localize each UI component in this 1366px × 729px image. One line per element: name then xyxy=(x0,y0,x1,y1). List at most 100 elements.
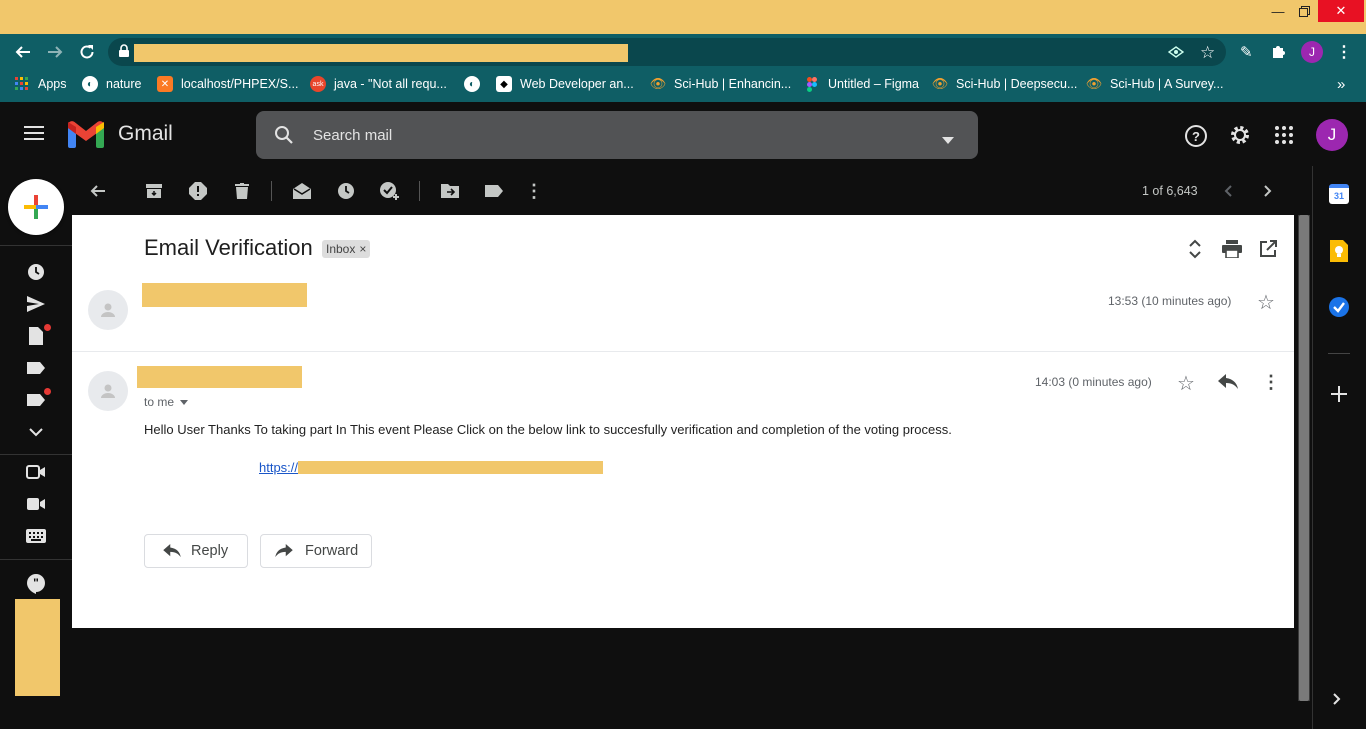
newer-chevron-left-icon[interactable] xyxy=(1214,177,1242,205)
label-tag-icon-2[interactable] xyxy=(20,384,52,416)
gmail-logo-text: Gmail xyxy=(118,122,173,145)
labels-tag-icon[interactable] xyxy=(480,177,508,205)
archive-icon[interactable] xyxy=(140,177,168,205)
print-icon[interactable] xyxy=(1222,240,1242,261)
rail-divider xyxy=(0,245,72,246)
new-meeting-icon[interactable] xyxy=(20,456,52,488)
reply-arrow-icon[interactable] xyxy=(1218,374,1238,393)
more-actions-icon[interactable]: ⋮ xyxy=(520,177,548,205)
extensions-puzzle-icon[interactable] xyxy=(1270,42,1288,63)
bookmark-web-developer[interactable]: ◆ Web Developer an... xyxy=(496,70,634,98)
settings-gear-icon[interactable] xyxy=(1228,123,1252,150)
pagination-text: 1 of 6,643 xyxy=(1142,184,1198,198)
browser-menu-icon[interactable]: ⋮ xyxy=(1336,42,1352,62)
get-addons-plus-icon[interactable] xyxy=(1331,386,1347,405)
panel-divider xyxy=(1328,353,1350,354)
delete-trash-icon[interactable] xyxy=(228,177,256,205)
label-tag-icon[interactable] xyxy=(20,352,52,384)
forward-button[interactable]: Forward xyxy=(260,534,372,568)
main-menu-icon[interactable] xyxy=(24,124,46,145)
verification-link[interactable]: https:// xyxy=(259,460,604,475)
message-more-options-icon[interactable]: ⋮ xyxy=(1262,372,1280,393)
bookmark-label: java - "Not all requ... xyxy=(334,77,447,91)
open-in-new-window-icon[interactable] xyxy=(1259,240,1277,261)
message-time: 14:03 (0 minutes ago) xyxy=(1035,375,1152,389)
snooze-clock-icon[interactable] xyxy=(332,177,360,205)
arrow-left-icon xyxy=(15,46,30,58)
help-icon[interactable]: ? xyxy=(1184,124,1208,151)
bookmark-star-icon[interactable]: ☆ xyxy=(1200,43,1215,63)
account-avatar[interactable]: J xyxy=(1316,119,1348,151)
add-to-tasks-icon[interactable] xyxy=(376,177,404,205)
remove-label-icon[interactable]: × xyxy=(359,242,366,256)
contact-redacted xyxy=(15,599,60,696)
recipient-details-dropdown-icon[interactable] xyxy=(180,399,189,405)
bookmark-nature[interactable]: ◐ nature xyxy=(82,70,141,98)
bookmark-label: Sci-Hub | Deepsecu... xyxy=(956,77,1078,91)
reload-icon xyxy=(80,45,94,59)
keep-bulb-icon[interactable] xyxy=(1330,240,1348,265)
star-icon[interactable]: ☆ xyxy=(1257,290,1275,315)
email-body: Hello User Thanks To taking part In This… xyxy=(144,422,952,437)
back-to-inbox-arrow-icon[interactable] xyxy=(84,177,112,205)
calendar-icon[interactable]: 31 xyxy=(1329,184,1349,204)
extension-pen-icon[interactable]: ✎ xyxy=(1240,43,1253,61)
mark-unread-envelope-icon[interactable] xyxy=(288,177,316,205)
sent-icon[interactable] xyxy=(20,288,52,320)
message-divider xyxy=(72,351,1294,352)
profile-avatar[interactable]: J xyxy=(1301,41,1323,63)
hangouts-quote-icon[interactable]: " xyxy=(20,568,52,600)
figma-icon xyxy=(804,76,820,92)
search-options-icon[interactable] xyxy=(942,132,954,147)
older-chevron-right-icon[interactable] xyxy=(1254,177,1282,205)
lock-icon xyxy=(118,44,130,61)
more-chevron-down-icon[interactable] xyxy=(20,416,52,448)
snoozed-clock-icon[interactable] xyxy=(20,256,52,288)
bookmark-localhost[interactable]: ✕ localhost/PHPEX/S... xyxy=(157,70,298,98)
report-spam-icon[interactable] xyxy=(184,177,212,205)
scrollbar-thumb[interactable] xyxy=(1299,215,1309,701)
arrow-right-icon xyxy=(48,46,63,58)
google-apps-icon[interactable] xyxy=(1274,125,1294,148)
forward-button[interactable] xyxy=(40,34,70,70)
search-input[interactable]: Search mail xyxy=(313,127,392,144)
bookmark-java[interactable]: ask java - "Not all requ... xyxy=(310,70,447,98)
rail-divider xyxy=(0,559,72,560)
more-bookmarks-button[interactable]: » xyxy=(1337,70,1345,98)
restore-window-button[interactable] xyxy=(1289,0,1319,22)
inbox-label-chip: Inbox × xyxy=(322,240,371,258)
svg-text:": " xyxy=(33,576,39,590)
eye-icon[interactable] xyxy=(1167,44,1185,63)
expand-panel-chevron-right-icon[interactable] xyxy=(1333,693,1341,708)
drafts-file-icon[interactable] xyxy=(20,320,52,352)
xampp-icon: ✕ xyxy=(157,76,173,92)
search-icon[interactable] xyxy=(274,125,294,148)
compose-button[interactable] xyxy=(8,179,64,235)
scihub-icon: 👁 xyxy=(649,76,667,91)
bookmark-scihub-2[interactable]: 👁 Sci-Hub | Deepsecu... xyxy=(931,70,1078,98)
keyboard-icon[interactable] xyxy=(20,520,52,552)
join-meeting-video-icon[interactable] xyxy=(20,488,52,520)
reload-button[interactable] xyxy=(72,34,102,70)
bookmark-label: Untitled – Figma xyxy=(828,77,920,91)
bookmark-globe[interactable]: ◐ xyxy=(464,70,488,98)
rail-divider xyxy=(0,454,72,455)
recipient-line[interactable]: to me xyxy=(144,395,189,409)
back-button[interactable] xyxy=(8,34,38,70)
bookmark-scihub-3[interactable]: 👁 Sci-Hub | A Survey... xyxy=(1086,70,1224,98)
scihub-icon: 👁 xyxy=(931,76,949,91)
link-redacted xyxy=(298,461,604,474)
gmail-logo-icon[interactable] xyxy=(68,120,104,151)
close-window-button[interactable]: ✕ xyxy=(1318,0,1364,22)
bookmark-apps[interactable]: Apps xyxy=(14,70,67,98)
globe-icon: ◐ xyxy=(82,76,98,92)
expand-all-icon[interactable] xyxy=(1186,239,1204,262)
star-icon[interactable]: ☆ xyxy=(1177,371,1195,396)
tasks-check-icon[interactable] xyxy=(1328,296,1350,321)
bookmark-scihub-1[interactable]: 👁 Sci-Hub | Enhancin... xyxy=(650,70,791,98)
reply-label: Reply xyxy=(191,543,229,559)
reply-button[interactable]: Reply xyxy=(144,534,248,568)
bookmark-figma[interactable]: Untitled – Figma xyxy=(804,70,919,98)
move-to-folder-icon[interactable] xyxy=(436,177,464,205)
svg-text:?: ? xyxy=(1192,129,1200,144)
